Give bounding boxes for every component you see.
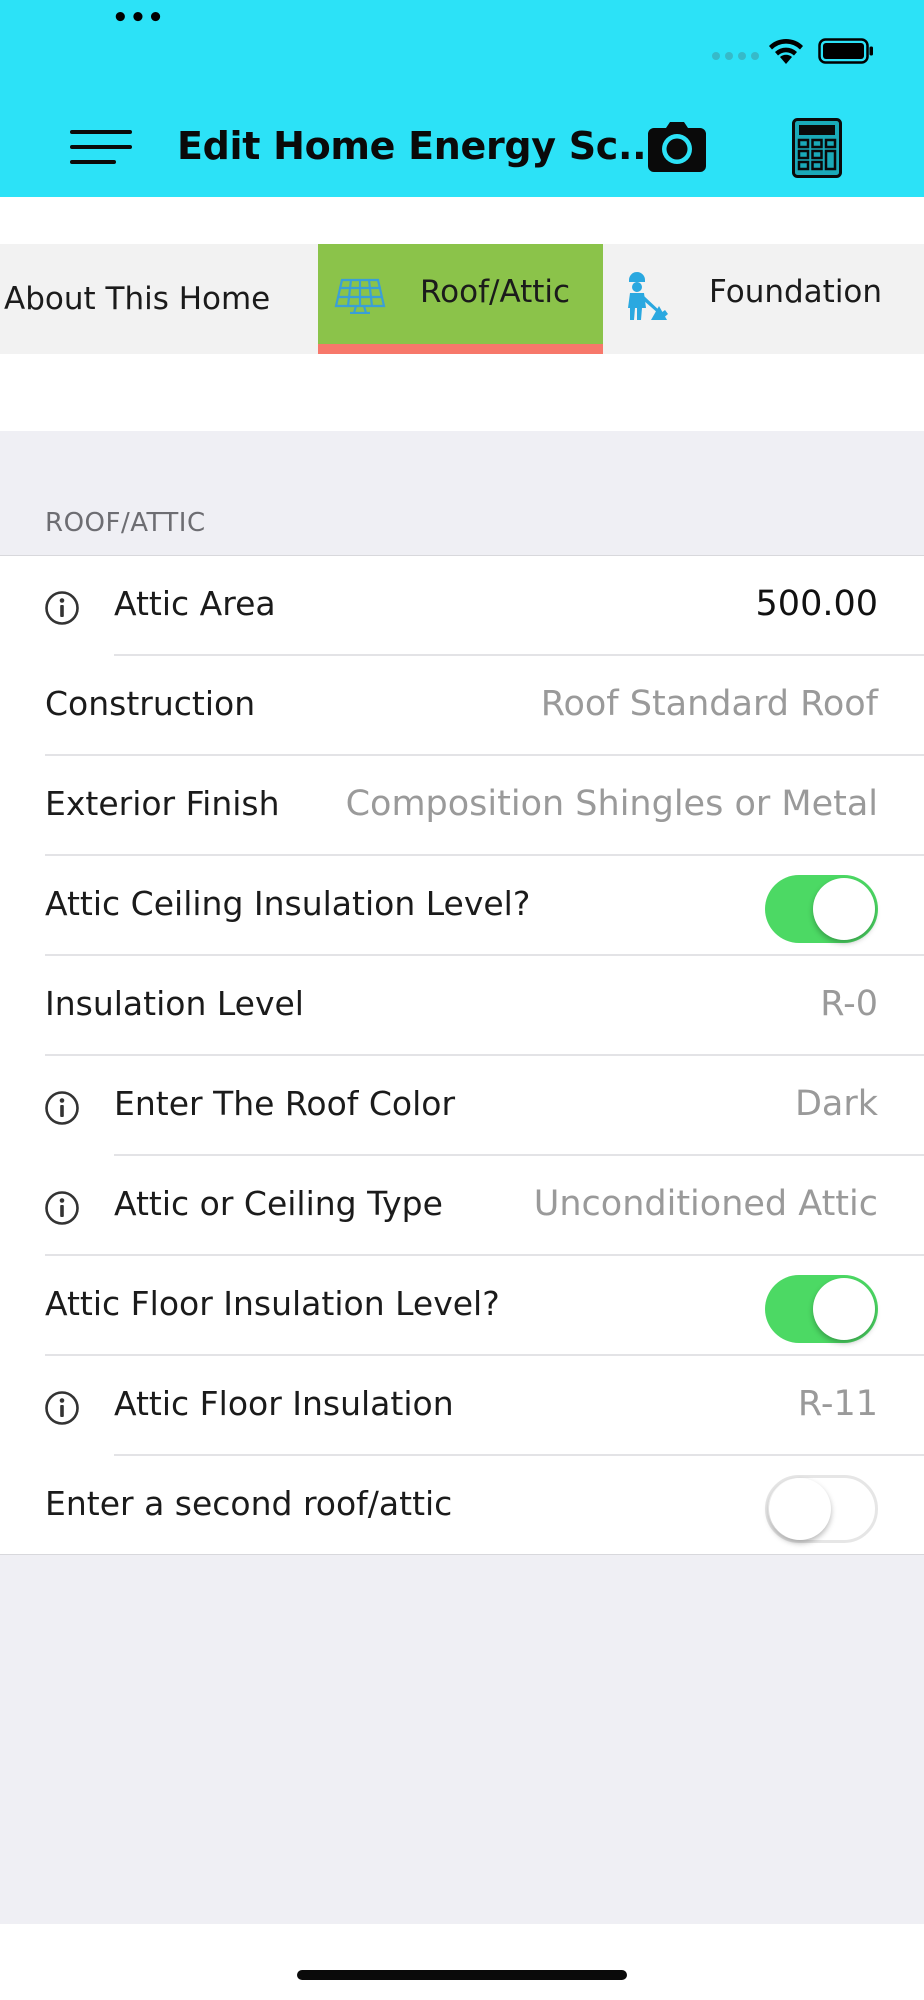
attic-floor-insulation-switch[interactable] bbox=[765, 1275, 878, 1343]
section-header: ROOF/ATTIC bbox=[45, 508, 206, 538]
tab-label: Foundation bbox=[709, 274, 883, 310]
page-title: Edit Home Energy Sc... bbox=[177, 124, 661, 168]
roof-attic-form: Attic Area 500.00 Construction Roof Stan… bbox=[0, 555, 924, 1555]
battery-icon bbox=[818, 38, 873, 64]
construction-worker-icon bbox=[628, 272, 668, 320]
row-label: Attic Area bbox=[114, 584, 276, 623]
exterior-finish-value[interactable]: Composition Shingles or Metal bbox=[346, 784, 878, 824]
attic-floor-insulation-value[interactable]: R-11 bbox=[798, 1384, 878, 1424]
info-icon[interactable] bbox=[44, 1390, 80, 1426]
row-insulation-level[interactable]: Insulation Level R-0 bbox=[0, 956, 924, 1056]
app-header: ••• Edit Home Energy Sc... bbox=[0, 0, 924, 197]
tab-label: Roof/Attic bbox=[420, 274, 571, 310]
construction-value[interactable]: Roof Standard Roof bbox=[541, 684, 878, 724]
row-label: Construction bbox=[45, 684, 256, 723]
calculator-icon[interactable] bbox=[792, 118, 842, 178]
row-label: Enter a second roof/attic bbox=[45, 1484, 453, 1523]
row-label: Attic or Ceiling Type bbox=[114, 1184, 443, 1223]
info-icon[interactable] bbox=[44, 590, 80, 626]
row-label: Attic Floor Insulation Level? bbox=[45, 1284, 500, 1323]
row-attic-floor-insulation[interactable]: Attic Floor Insulation R-11 bbox=[0, 1356, 924, 1456]
row-exterior-finish[interactable]: Exterior Finish Composition Shingles or … bbox=[0, 756, 924, 856]
switch-knob bbox=[769, 1478, 831, 1540]
row-attic-area[interactable]: Attic Area 500.00 bbox=[0, 556, 924, 656]
home-indicator[interactable] bbox=[297, 1970, 627, 1980]
row-label: Insulation Level bbox=[45, 984, 304, 1023]
row-second-roof-toggle: Enter a second roof/attic bbox=[0, 1456, 924, 1556]
second-roof-switch[interactable] bbox=[765, 1475, 878, 1543]
hamburger-menu-icon[interactable] bbox=[70, 128, 136, 166]
attic-ceiling-type-value[interactable]: Unconditioned Attic bbox=[534, 1184, 878, 1224]
status-bar-dots: ••• bbox=[112, 3, 165, 33]
attic-area-value[interactable]: 500.00 bbox=[756, 584, 878, 624]
tab-foundation[interactable]: Foundation bbox=[603, 244, 924, 354]
roof-color-value[interactable]: Dark bbox=[795, 1084, 878, 1124]
camera-icon[interactable] bbox=[648, 122, 706, 172]
section-tab-bar: About This Home Roof/Attic Foundation bbox=[0, 244, 924, 354]
switch-knob bbox=[813, 878, 875, 940]
tab-roof-attic[interactable]: Roof/Attic bbox=[318, 244, 603, 354]
tab-label: About This Home bbox=[4, 281, 271, 317]
switch-knob bbox=[813, 1278, 875, 1340]
info-icon[interactable] bbox=[44, 1090, 80, 1126]
row-attic-ceiling-insulation-toggle: Attic Ceiling Insulation Level? bbox=[0, 856, 924, 956]
solar-panel-icon bbox=[334, 278, 386, 314]
row-label: Attic Floor Insulation bbox=[114, 1384, 454, 1423]
cellular-signal-icon bbox=[712, 52, 759, 60]
row-attic-ceiling-type[interactable]: Attic or Ceiling Type Unconditioned Atti… bbox=[0, 1156, 924, 1256]
tab-about-this-home[interactable]: About This Home bbox=[4, 244, 312, 354]
row-roof-color[interactable]: Enter The Roof Color Dark bbox=[0, 1056, 924, 1156]
insulation-level-value[interactable]: R-0 bbox=[820, 984, 878, 1024]
row-label: Exterior Finish bbox=[45, 784, 280, 823]
row-attic-floor-insulation-toggle: Attic Floor Insulation Level? bbox=[0, 1256, 924, 1356]
row-label: Enter The Roof Color bbox=[114, 1084, 456, 1123]
bottom-safe-area bbox=[0, 1924, 924, 2000]
active-tab-indicator bbox=[318, 344, 603, 354]
attic-ceiling-insulation-switch[interactable] bbox=[765, 875, 878, 943]
wifi-icon bbox=[769, 38, 803, 64]
info-icon[interactable] bbox=[44, 1190, 80, 1226]
row-construction[interactable]: Construction Roof Standard Roof bbox=[0, 656, 924, 756]
row-label: Attic Ceiling Insulation Level? bbox=[45, 884, 531, 923]
